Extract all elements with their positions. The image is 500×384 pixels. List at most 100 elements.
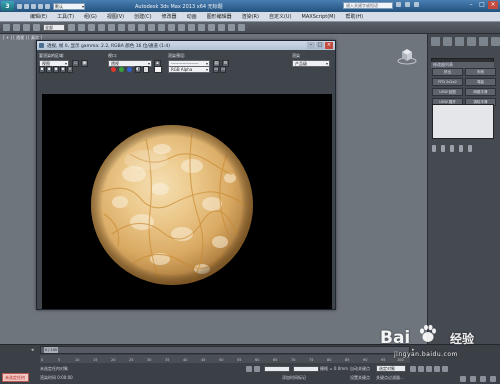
clear-image-icon[interactable]: × xyxy=(67,66,73,73)
menu-item[interactable]: 编辑(E) xyxy=(30,13,47,20)
copy-image-icon[interactable]: ▪ xyxy=(46,66,52,73)
region-select-icon[interactable] xyxy=(88,24,95,31)
modifier-button[interactable]: 网格平滑 xyxy=(465,88,496,96)
maximize-button[interactable]: □ xyxy=(477,1,487,9)
hierarchy-tab-icon[interactable] xyxy=(455,37,464,46)
add-time-tag-button[interactable]: 添加时间标记 xyxy=(282,375,306,381)
open-file-icon[interactable] xyxy=(24,3,29,9)
render-mode-dropdown[interactable]: 产品级 xyxy=(292,60,330,67)
viewcube-icon[interactable] xyxy=(397,47,417,65)
render-production-icon[interactable] xyxy=(238,24,245,31)
pan-icon[interactable] xyxy=(480,376,486,382)
menu-item[interactable]: 组(G) xyxy=(84,13,97,20)
time-slider-thumb[interactable]: 0 / 100 xyxy=(44,347,58,353)
snap-icon[interactable] xyxy=(138,24,145,31)
alpha-channel-icon[interactable]: ◐ xyxy=(135,66,141,73)
red-channel-toggle[interactable] xyxy=(111,67,116,72)
next-frame-icon[interactable] xyxy=(434,366,440,372)
frame-close-button[interactable]: × xyxy=(325,42,333,49)
unlink-icon[interactable] xyxy=(33,24,40,31)
help-icon[interactable] xyxy=(414,2,419,7)
save-file-icon[interactable] xyxy=(31,3,36,9)
star-icon[interactable] xyxy=(405,2,410,7)
layer-manager-icon[interactable] xyxy=(178,24,185,31)
display-tab-icon[interactable] xyxy=(479,37,488,46)
mirror-icon[interactable] xyxy=(158,24,165,31)
menu-item[interactable]: MAXScript(M) xyxy=(302,14,336,20)
rendered-frame-icon[interactable] xyxy=(228,24,235,31)
scale-icon[interactable] xyxy=(128,24,135,31)
binoculars-icon[interactable] xyxy=(396,2,401,7)
pin-stack-icon[interactable] xyxy=(432,145,436,152)
blue-channel-toggle[interactable] xyxy=(127,67,132,72)
app-logo-icon[interactable]: 3 xyxy=(1,1,14,11)
toggle-ui-overlays-icon[interactable]: ▭ xyxy=(213,66,219,73)
utilities-tab-icon[interactable] xyxy=(491,37,500,46)
minimize-button[interactable]: – xyxy=(466,1,476,9)
menu-item[interactable]: 自定义(U) xyxy=(269,13,292,20)
rotate-icon[interactable] xyxy=(118,24,125,31)
modifier-button[interactable]: 车削 xyxy=(465,68,496,76)
schematic-view-icon[interactable] xyxy=(198,24,205,31)
swatch-icon[interactable] xyxy=(154,66,162,73)
frame-maximize-button[interactable]: □ xyxy=(316,42,324,49)
prev-frame-icon[interactable] xyxy=(418,366,424,372)
zoom-icon[interactable] xyxy=(460,376,466,382)
selected-object-dropdown[interactable]: 选定对象 xyxy=(376,365,406,372)
select-by-name-icon[interactable] xyxy=(78,24,85,31)
workspace-dropdown[interactable]: 默认 ▾ xyxy=(53,2,85,10)
select-object-icon[interactable] xyxy=(68,24,75,31)
maximize-viewport-icon[interactable] xyxy=(490,376,496,382)
monochrome-icon[interactable] xyxy=(143,66,149,73)
redo-icon[interactable] xyxy=(45,3,50,9)
selection-filter-dropdown[interactable]: 全部 xyxy=(43,24,65,31)
maxscript-listener[interactable]: 未选定任何 xyxy=(2,373,29,382)
menu-item[interactable]: 创建(C) xyxy=(134,13,151,20)
menu-item[interactable]: 视图(V) xyxy=(107,13,124,20)
modifier-button[interactable]: 挤出 xyxy=(432,68,463,76)
print-image-icon[interactable]: ▪ xyxy=(60,66,66,73)
time-slider[interactable]: 0 / 100 xyxy=(40,346,410,354)
configure-sets-icon[interactable] xyxy=(468,145,472,152)
modify-tab-icon[interactable] xyxy=(443,37,452,46)
menu-item[interactable]: 图形编辑器 xyxy=(207,13,232,20)
close-button[interactable]: × xyxy=(488,1,498,9)
motion-tab-icon[interactable] xyxy=(467,37,476,46)
new-file-icon[interactable] xyxy=(17,3,22,9)
link-icon[interactable] xyxy=(23,24,30,31)
show-end-result-icon[interactable] xyxy=(441,145,445,152)
orbit-icon[interactable] xyxy=(470,376,476,382)
green-channel-toggle[interactable] xyxy=(119,67,124,72)
remove-modifier-icon[interactable] xyxy=(459,145,463,152)
frame-minimize-button[interactable]: – xyxy=(307,42,315,49)
clone-frame-icon[interactable]: ▪ xyxy=(53,66,59,73)
frame-window-titlebar[interactable]: 透视, 帧 0, 显示 gamma: 2.2, RGBA 颜色 16 位/通道 … xyxy=(37,41,335,50)
modifier-button[interactable]: 弯曲 xyxy=(465,78,496,86)
goto-end-icon[interactable] xyxy=(442,366,448,372)
goto-start-icon[interactable] xyxy=(410,366,416,372)
selection-lock-icon[interactable] xyxy=(254,366,260,372)
align-icon[interactable] xyxy=(168,24,175,31)
play-icon[interactable] xyxy=(426,366,432,372)
modifier-button[interactable]: UVW 贴图 xyxy=(432,88,463,96)
modifier-button[interactable]: FFD 2x2x2 xyxy=(432,78,463,86)
edit-region-icon[interactable]: ▫ xyxy=(72,60,79,67)
move-icon[interactable] xyxy=(108,24,115,31)
search-input[interactable]: 键入关键字或短语 xyxy=(343,2,393,9)
render-setup-icon[interactable] xyxy=(218,24,225,31)
curve-editor-icon[interactable] xyxy=(188,24,195,31)
make-unique-icon[interactable] xyxy=(450,145,454,152)
save-image-icon[interactable]: ▪ xyxy=(39,66,45,73)
menu-item[interactable]: 帮助(H) xyxy=(345,13,363,20)
channel-display-dropdown[interactable]: RGB Alpha xyxy=(168,66,210,73)
material-editor-icon[interactable] xyxy=(208,24,215,31)
create-tab-icon[interactable] xyxy=(431,37,440,46)
menu-item[interactable]: 修改器 xyxy=(162,13,177,20)
undo-icon[interactable] xyxy=(38,3,43,9)
timeline-ruler[interactable]: 0 5 10 15 20 25 30 35 40 45 50 55 60 65 … xyxy=(40,355,410,363)
modifier-stack-list[interactable] xyxy=(432,104,494,139)
angle-snap-icon[interactable] xyxy=(148,24,155,31)
menu-item[interactable]: 工具(T) xyxy=(57,13,74,20)
toggle-ui-icon[interactable]: ▭ xyxy=(220,66,226,73)
window-crossing-icon[interactable] xyxy=(98,24,105,31)
